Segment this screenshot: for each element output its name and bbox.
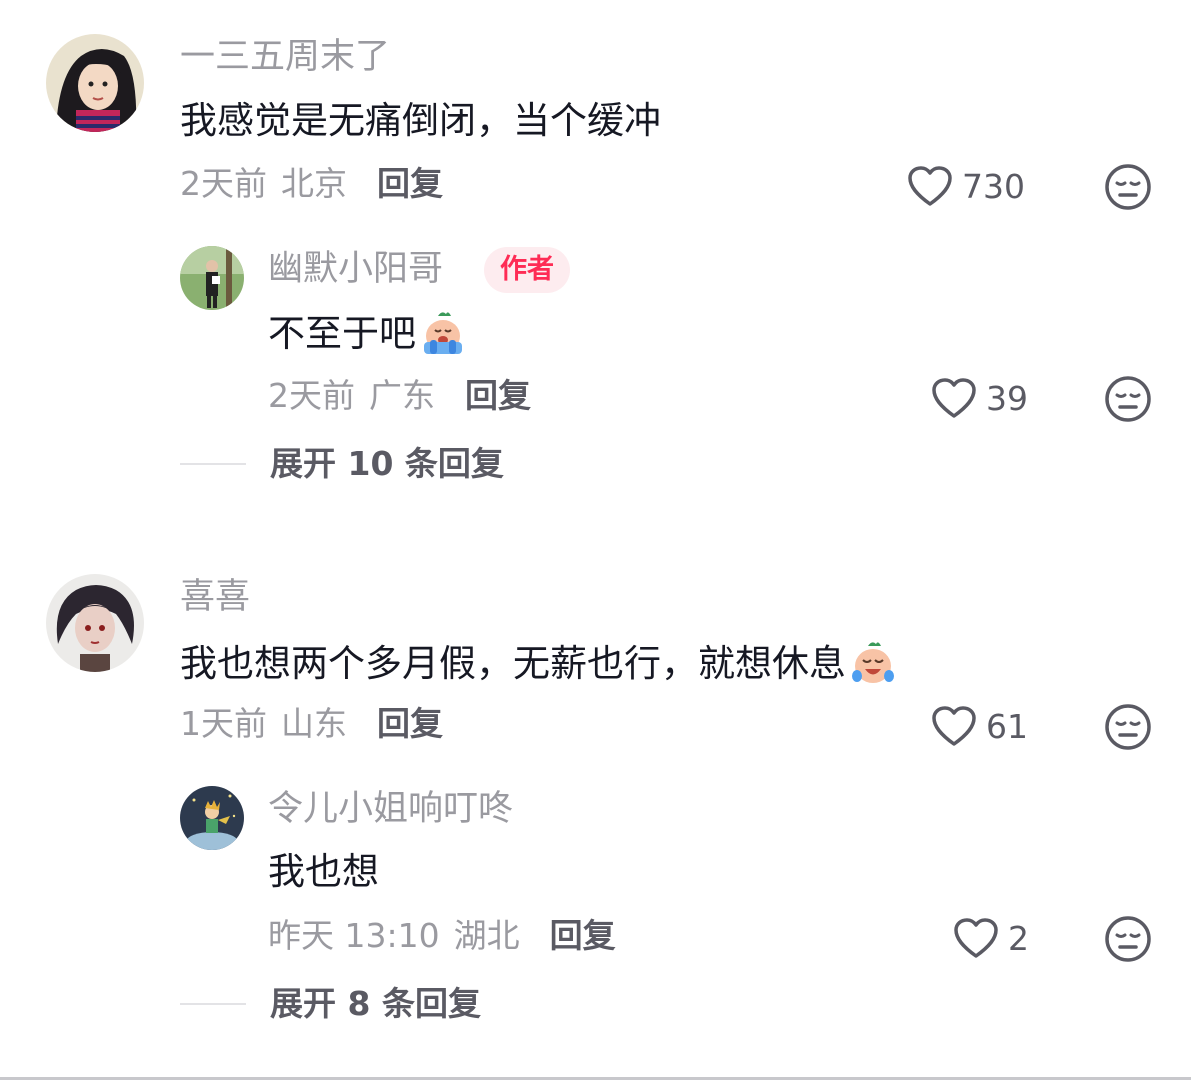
- comment-meta: 1天前 山东 回复: [180, 707, 443, 740]
- reply-button[interactable]: 回复: [550, 919, 616, 952]
- crying-emoji-icon: [848, 638, 898, 688]
- dislike-icon[interactable]: [1103, 374, 1153, 424]
- comment-meta: 2天前 广东 回复: [268, 379, 531, 412]
- comment-text: 我感觉是无痛倒闭，当个缓冲: [180, 99, 661, 142]
- username[interactable]: 幽默小阳哥: [268, 252, 443, 287]
- crying-emoji-icon: [418, 308, 468, 358]
- expand-replies-button[interactable]: 展开 10 条回复: [180, 447, 504, 480]
- comment-time: 2天前: [180, 164, 267, 203]
- divider: [180, 1002, 246, 1005]
- divider: [180, 462, 246, 465]
- heart-icon: [954, 918, 998, 958]
- dislike-icon[interactable]: [1103, 914, 1153, 964]
- reply-text: 不至于吧: [268, 311, 416, 355]
- avatar[interactable]: [46, 574, 144, 672]
- reply-button[interactable]: 回复: [377, 167, 443, 200]
- reply-button[interactable]: 回复: [377, 707, 443, 740]
- comment-body: 我也想两个多月假，无薪也行，就想休息: [180, 641, 846, 685]
- like-count: 730: [962, 166, 1025, 206]
- comment-text: 不至于吧: [268, 308, 468, 358]
- like-count: 61: [986, 706, 1028, 746]
- heart-icon: [932, 378, 976, 418]
- like-count: 2: [1008, 918, 1029, 958]
- comment-location: 湖北: [453, 916, 520, 955]
- like-button[interactable]: 2: [952, 916, 1029, 960]
- like-button[interactable]: 61: [930, 704, 1028, 748]
- dislike-icon[interactable]: [1103, 702, 1153, 752]
- heart-icon: [908, 166, 952, 206]
- like-button[interactable]: 730: [906, 164, 1025, 208]
- author-badge: 作者: [484, 247, 570, 293]
- username[interactable]: 令儿小姐响叮咚: [268, 792, 513, 827]
- avatar[interactable]: [180, 246, 244, 310]
- comment-location: 广东: [369, 376, 435, 415]
- avatar[interactable]: [180, 786, 244, 850]
- username[interactable]: 喜喜: [180, 580, 250, 615]
- expand-replies-button[interactable]: 展开 8 条回复: [180, 987, 481, 1020]
- comment-location: 北京: [281, 164, 347, 203]
- dislike-icon[interactable]: [1103, 162, 1153, 212]
- like-count: 39: [986, 378, 1028, 418]
- reply-button[interactable]: 回复: [465, 379, 531, 412]
- comment-text: 我也想两个多月假，无薪也行，就想休息: [180, 638, 898, 688]
- comment-location: 山东: [281, 704, 347, 743]
- comment-time: 1天前: [180, 704, 267, 743]
- heart-icon: [932, 706, 976, 746]
- comment-time: 昨天 13:10: [268, 916, 440, 955]
- comments-page: 一三五周末了 我感觉是无痛倒闭，当个缓冲 2天前 北京 回复 730 幽默小阳哥…: [0, 0, 1191, 1080]
- expand-replies-label: 展开 10 条回复: [270, 444, 504, 483]
- avatar[interactable]: [46, 34, 144, 132]
- comment-meta: 2天前 北京 回复: [180, 167, 443, 200]
- comment-text: 我也想: [268, 850, 379, 893]
- comment-time: 2天前: [268, 376, 355, 415]
- like-button[interactable]: 39: [930, 376, 1028, 420]
- expand-replies-label: 展开 8 条回复: [270, 984, 481, 1023]
- comment-meta: 昨天 13:10 湖北 回复: [268, 919, 616, 952]
- username[interactable]: 一三五周末了: [180, 40, 390, 75]
